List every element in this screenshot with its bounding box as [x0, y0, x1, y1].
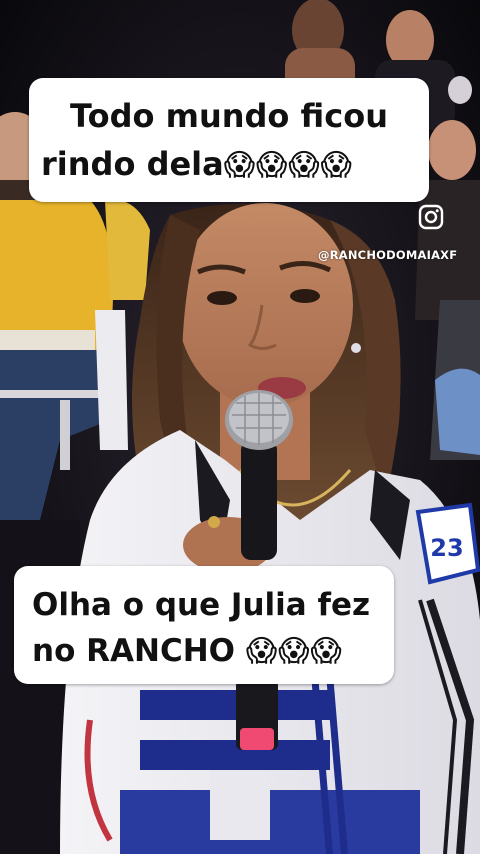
instagram-icon — [418, 204, 444, 230]
jacket-number: 23 — [430, 534, 463, 562]
scream-emoji-icon: 😱😱😱😱 — [223, 148, 353, 183]
bottom-caption-text: no RANCHO — [32, 633, 236, 669]
watermark-handle: @RANCHODOMAIAXF — [318, 248, 458, 262]
top-caption-line1: Todo mundo ficou — [70, 97, 388, 135]
video-frame: 23 @RANCHODOMAIAXF Todo mundo ficou rind… — [0, 0, 480, 854]
top-caption: Todo mundo ficou rindo dela😱😱😱😱 — [29, 78, 429, 202]
bottom-caption: Olha o que Julia fez no RANCHO 😱😱😱 — [14, 566, 394, 684]
top-caption-line2: rindo dela😱😱😱😱 — [29, 140, 429, 190]
bottom-caption-line2: no RANCHO 😱😱😱 — [32, 628, 394, 675]
scream-emoji-icon: 😱😱😱 — [245, 634, 343, 669]
top-caption-text: rindo dela — [41, 145, 224, 183]
bottom-caption-line1: Olha o que Julia fez — [32, 587, 371, 623]
jacket-patch: 23 — [415, 502, 480, 585]
